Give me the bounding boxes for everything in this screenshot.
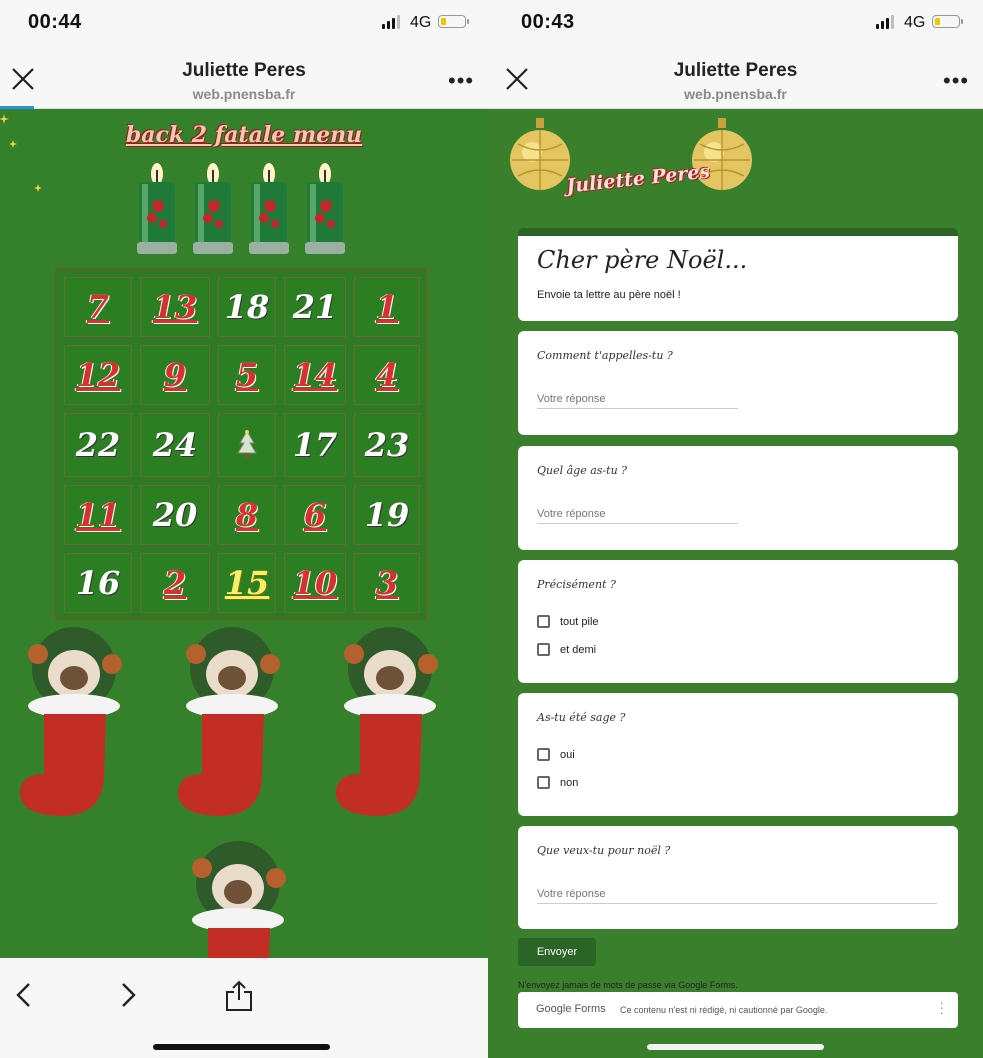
advent-calendar-grid: 7 13 18 21 1 12 9 5 14 4 22 24 17 23 11 20 8 6 19 16 2 15 10 3 bbox=[55, 268, 427, 620]
option-label: tout pile bbox=[560, 615, 599, 628]
status-time: 00:43 bbox=[521, 11, 575, 33]
status-bar: 00:43 4G bbox=[488, 0, 983, 48]
signal-icon bbox=[382, 15, 400, 29]
status-time: 00:44 bbox=[28, 11, 82, 33]
network-label: 4G bbox=[904, 14, 926, 31]
calendar-day-cell[interactable]: 7 bbox=[64, 277, 132, 337]
kitten-stocking-image[interactable] bbox=[14, 624, 134, 824]
calendar-day-cell[interactable]: 19 bbox=[354, 485, 420, 545]
calendar-day-cell[interactable]: 13 bbox=[140, 277, 210, 337]
form-title: Cher père Noël... bbox=[537, 246, 748, 274]
option-label: et demi bbox=[560, 643, 597, 656]
browser-nav-bar: Juliette Peres web.pnensba.fr ••• bbox=[488, 48, 983, 109]
candle-icon bbox=[193, 163, 233, 254]
calendar-day-cell[interactable]: 22 bbox=[64, 413, 132, 477]
calendar-day-cell[interactable]: 24 bbox=[140, 413, 210, 477]
question-card-good: As-tu été sage ? oui non bbox=[518, 693, 958, 816]
calendar-day-cell[interactable]: 23 bbox=[354, 413, 420, 477]
signal-icon bbox=[876, 15, 894, 29]
question-label: Que veux-tu pour noël ? bbox=[537, 844, 671, 857]
checkbox-icon[interactable] bbox=[537, 776, 550, 789]
checkbox-icon[interactable] bbox=[537, 748, 550, 761]
christmas-tree-icon[interactable] bbox=[218, 413, 276, 477]
right-browser-screen: 00:43 4G Juliette Peres web.pnensba.fr •… bbox=[488, 0, 983, 1058]
footer-disclaimer: Ce contenu n'est ni rédigé, ni cautionné… bbox=[620, 1005, 828, 1015]
loading-progress bbox=[0, 106, 34, 109]
calendar-day-cell[interactable]: 10 bbox=[284, 553, 346, 613]
google-forms-logo[interactable]: Google Forms bbox=[536, 1003, 606, 1015]
calendar-day-cell[interactable]: 18 bbox=[218, 277, 276, 337]
calendar-day-cell[interactable]: 1 bbox=[354, 277, 420, 337]
browser-nav-bar: Juliette Peres web.pnensba.fr ••• bbox=[0, 48, 488, 109]
more-options-icon[interactable]: ••• bbox=[448, 70, 474, 92]
checkbox-option[interactable]: non bbox=[537, 776, 578, 789]
calendar-day-cell[interactable]: 8 bbox=[218, 485, 276, 545]
calendar-day-cell[interactable]: 5 bbox=[218, 345, 276, 405]
option-label: non bbox=[560, 776, 579, 789]
ornament-icon bbox=[510, 118, 570, 190]
back-arrow-icon[interactable] bbox=[10, 978, 40, 1012]
checkbox-option[interactable]: tout pile bbox=[537, 615, 599, 628]
question-card-name: Comment t'appelles-tu ? Votre réponse bbox=[518, 331, 958, 435]
forward-arrow-icon[interactable] bbox=[112, 978, 142, 1012]
battery-icon bbox=[932, 15, 963, 28]
home-indicator bbox=[647, 1044, 824, 1050]
calendar-day-cell[interactable]: 2 bbox=[140, 553, 210, 613]
back-to-menu-link[interactable]: back 2 fatale menu bbox=[0, 122, 488, 148]
advent-candles bbox=[136, 160, 346, 256]
google-forms-footer: Google Forms Ce contenu n'est ni rédigé,… bbox=[518, 992, 958, 1028]
battery-icon bbox=[438, 15, 469, 28]
form-description: Envoie ta lettre au père noël ! bbox=[537, 289, 681, 301]
question-card-precisely: Précisément ? tout pile et demi bbox=[518, 560, 958, 683]
password-notice: N'envoyez jamais de mots de passe via Go… bbox=[518, 980, 738, 990]
calendar-day-cell[interactable]: 3 bbox=[354, 553, 420, 613]
more-options-icon[interactable]: ••• bbox=[943, 70, 969, 92]
question-label: As-tu été sage ? bbox=[537, 711, 626, 724]
share-icon[interactable] bbox=[224, 978, 254, 1012]
checkbox-icon[interactable] bbox=[537, 615, 550, 628]
calendar-day-cell[interactable]: 12 bbox=[64, 345, 132, 405]
question-label: Comment t'appelles-tu ? bbox=[537, 349, 673, 362]
question-label: Précisément ? bbox=[537, 578, 616, 591]
calendar-day-cell[interactable]: 20 bbox=[140, 485, 210, 545]
page-title: Juliette Peres bbox=[673, 60, 798, 81]
home-indicator bbox=[153, 1044, 330, 1050]
calendar-day-cell[interactable]: 4 bbox=[354, 345, 420, 405]
calendar-day-cell[interactable]: 16 bbox=[64, 553, 132, 613]
age-input[interactable]: Votre réponse bbox=[537, 508, 738, 524]
calendar-day-cell[interactable]: 15 bbox=[218, 553, 276, 613]
kitten-stocking-image[interactable] bbox=[330, 624, 450, 824]
status-bar: 00:44 4G bbox=[0, 0, 488, 48]
left-browser-screen: 00:44 4G Juliette Peres web.pnensba.fr •… bbox=[0, 0, 488, 1058]
kitten-stocking-image[interactable] bbox=[172, 624, 292, 824]
question-label: Quel âge as-tu ? bbox=[537, 464, 628, 477]
calendar-day-cell[interactable]: 14 bbox=[284, 345, 346, 405]
wish-input[interactable]: Votre réponse bbox=[537, 888, 937, 904]
option-label: oui bbox=[560, 748, 575, 761]
browser-toolbar bbox=[0, 958, 488, 1058]
candle-icon bbox=[249, 163, 289, 254]
page-url[interactable]: web.pnensba.fr bbox=[488, 86, 983, 102]
page-url[interactable]: web.pnensba.fr bbox=[0, 86, 488, 102]
candle-icon bbox=[305, 163, 345, 254]
candle-icon bbox=[137, 163, 177, 254]
calendar-day-cell[interactable]: 21 bbox=[284, 277, 346, 337]
calendar-day-cell[interactable]: 11 bbox=[64, 485, 132, 545]
form-header-card: Cher père Noël... Envoie ta lettre au pè… bbox=[518, 228, 958, 321]
network-label: 4G bbox=[410, 14, 432, 31]
vertical-more-icon[interactable]: · · · bbox=[939, 995, 944, 1019]
calendar-day-cell[interactable]: 6 bbox=[284, 485, 346, 545]
page-title: Juliette Peres bbox=[182, 60, 306, 81]
checkbox-option[interactable]: et demi bbox=[537, 643, 596, 656]
checkbox-option[interactable]: oui bbox=[537, 748, 575, 761]
calendar-day-cell[interactable]: 17 bbox=[284, 413, 346, 477]
calendar-day-cell[interactable]: 9 bbox=[140, 345, 210, 405]
name-input[interactable]: Votre réponse bbox=[537, 393, 738, 409]
question-card-wish: Que veux-tu pour noël ? Votre réponse bbox=[518, 826, 958, 929]
checkbox-icon[interactable] bbox=[537, 643, 550, 656]
submit-button[interactable]: Envoyer bbox=[518, 938, 596, 966]
question-card-age: Quel âge as-tu ? Votre réponse bbox=[518, 446, 958, 550]
